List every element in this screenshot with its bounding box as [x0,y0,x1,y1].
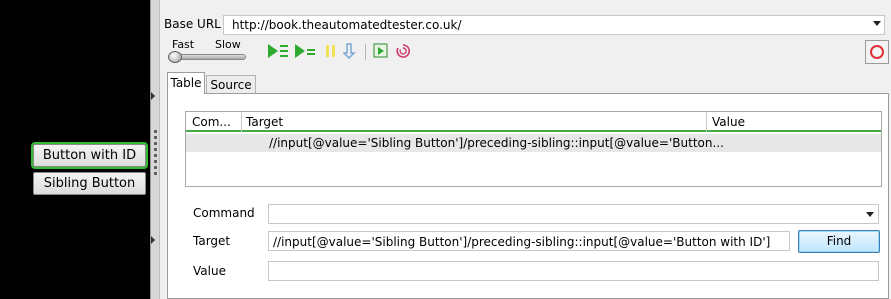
target-label: Target [193,234,231,248]
record-icon [870,45,884,59]
pause-icon[interactable] [320,40,342,62]
target-value: //input[@value='Sibling Button']/precedi… [273,235,771,249]
value-field[interactable] [268,261,879,281]
base-url-input[interactable]: http://book.theautomatedtester.co.uk/ [223,15,885,35]
target-field[interactable]: //input[@value='Sibling Button']/precedi… [268,231,790,251]
grip-dot [154,142,157,145]
command-table: Com... Target Value //input[@value='Sibl… [185,111,882,187]
grip-dot [154,154,157,157]
chevron-down-icon[interactable] [866,212,874,217]
column-header-target[interactable]: Target [246,112,283,132]
grip-dot [154,166,157,169]
value-label: Value [193,264,226,278]
grip-dot [154,160,157,163]
chevron-down-icon[interactable] [873,21,881,26]
command-field[interactable] [268,204,879,224]
play-test-icon[interactable] [294,40,316,62]
column-divider[interactable] [706,112,707,132]
base-url-label: Base URL [164,17,221,31]
play-suite-icon[interactable] [267,40,289,62]
grip-dot [154,148,157,151]
row-target-cell: //input[@value='Sibling Button']/precedi… [269,136,724,150]
pane-splitter[interactable] [150,0,160,299]
splitter-arrow-icon [151,92,155,100]
step-icon[interactable] [340,40,362,62]
button-with-id[interactable]: Button with ID [31,142,148,169]
base-url-value: http://book.theautomatedtester.co.uk/ [232,18,462,32]
toolbar-separator [365,44,366,60]
grip-dot [154,130,157,133]
grip-dot [154,172,157,175]
speed-slider-thumb[interactable] [168,51,182,63]
column-header-value[interactable]: Value [712,112,745,132]
rollup-icon[interactable] [370,40,392,62]
tab-panel: Com... Target Value //input[@value='Sibl… [167,93,889,299]
base-url-row: Base URL http://book.theautomatedtester.… [160,15,891,35]
grip-dot [154,136,157,139]
record-button[interactable] [865,40,889,64]
tab-source[interactable]: Source [206,75,256,94]
speed-slow-label: Slow [215,38,241,51]
column-divider[interactable] [241,112,242,132]
splitter-arrow-icon [151,236,155,244]
table-row[interactable]: //input[@value='Sibling Button']/precedi… [186,134,881,152]
selenium-ide-panel: Base URL http://book.theautomatedtester.… [160,0,891,299]
schedule-icon[interactable] [392,40,414,62]
tab-table[interactable]: Table [167,72,205,94]
command-label: Command [193,206,255,220]
toolbar: Fast Slow [160,36,891,68]
table-header: Com... Target Value [186,112,881,132]
column-header-command[interactable]: Com... [192,112,231,132]
find-button[interactable]: Find [798,230,880,253]
speed-fast-label: Fast [172,38,195,51]
sibling-button[interactable]: Sibling Button [33,172,146,195]
web-page-pane: Button with ID Sibling Button [0,0,152,299]
